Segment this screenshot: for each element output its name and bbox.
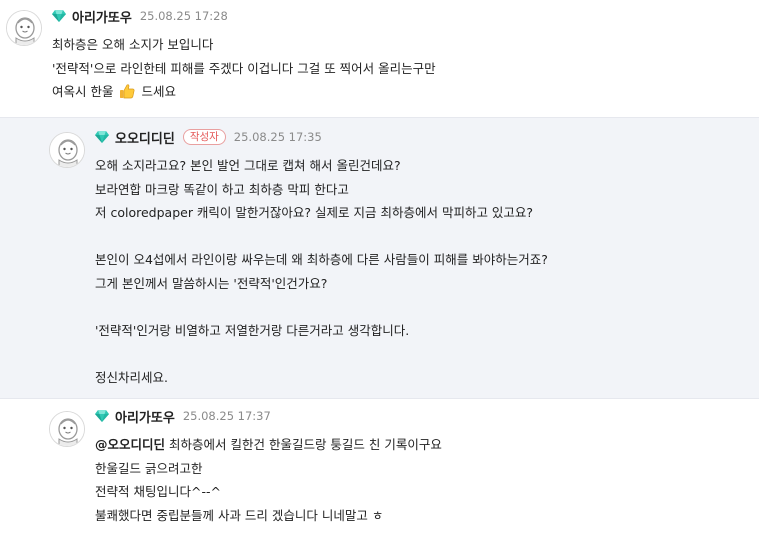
comment-line: 그게 본인께서 말씀하시는 '전략적'인건가요? [95, 275, 328, 291]
comment-line: 전략적 채팅입니다^--^ [95, 484, 221, 499]
comment-line: 한울길드 긁으려고한 [95, 460, 203, 476]
comment-text: 여옥시 한울 [52, 84, 114, 99]
comment-line: 여옥시 한울 드세요 [52, 80, 436, 104]
comment-text: 드세요 [141, 84, 176, 99]
comment-line: '전략적'인거랑 비열하고 저열한거랑 다른거라고 생각합니다. [95, 322, 410, 338]
comment-item: 아리가또우 25.08.25 17:28 최하층은 오해 소지가 보입니다 '전… [0, 0, 759, 117]
comment-line: 보라연합 마크랑 똑같이 하고 최하층 막피 한다고 [95, 181, 349, 197]
avatar-image [50, 412, 85, 447]
comment-line: 최하층은 오해 소지가 보입니다 [52, 37, 214, 52]
comment-text: 최하층에서 킬한건 한울길드랑 퉁길드 친 기록이구요 [169, 437, 442, 452]
comment-date: 25.08.25 17:37 [182, 409, 271, 423]
comment-date: 25.08.25 17:28 [139, 9, 228, 23]
gem-icon [52, 9, 66, 23]
comment-body: 최하층은 오해 소지가 보입니다 '전략적'으로 라인한테 피해를 주겠다 이겁… [52, 33, 436, 104]
comment-item: 오오디디딘 작성자 25.08.25 17:35 오해 소지라고요? 본인 발언… [0, 117, 759, 398]
comment-body: @오오디디딘 최하층에서 킬한건 한울길드랑 퉁길드 친 기록이구요 한울길드 긁… [95, 433, 442, 527]
comment-line: 오해 소지라고요? 본인 발언 그대로 캡쳐 해서 올린건데요? [95, 158, 401, 173]
author-nickname[interactable]: 아리가또우 [115, 407, 175, 426]
avatar-image [7, 11, 42, 46]
thumbs-up-icon [120, 84, 135, 99]
comment-meta: 아리가또우 25.08.25 17:28 [52, 7, 228, 26]
comment-line: 저 coloredpaper 캐릭이 말한거잖아요? 실제로 지금 최하층에서 … [95, 205, 534, 220]
avatar-image [50, 133, 85, 168]
comment-line: 정신차리세요. [95, 369, 168, 385]
author-nickname[interactable]: 아리가또우 [72, 7, 132, 26]
gem-icon [95, 409, 109, 423]
comment-line: 불쾌했다면 중립분들께 사과 드리 겠습니다 니네말고 ㅎ [95, 507, 384, 523]
gem-icon [95, 130, 109, 144]
avatar[interactable] [49, 132, 85, 168]
avatar[interactable] [6, 10, 42, 46]
mention-link[interactable]: @오오디디딘 [95, 437, 165, 452]
comment-line: '전략적'으로 라인한테 피해를 주겠다 이겁니다 그걸 또 찍어서 올리는구만 [52, 60, 436, 76]
author-badge: 작성자 [182, 129, 226, 145]
comment-meta: 아리가또우 25.08.25 17:37 [95, 407, 271, 426]
comment-line: 본인이 오4섭에서 라인이랑 싸우는데 왜 최하층에 다른 사람들이 피해를 봐… [95, 252, 548, 267]
comment-line: @오오디디딘 최하층에서 킬한건 한울길드랑 퉁길드 친 기록이구요 [95, 433, 442, 457]
avatar[interactable] [49, 411, 85, 447]
author-nickname[interactable]: 오오디디딘 [115, 128, 175, 147]
comment-item: 아리가또우 25.08.25 17:37 @오오디디딘 최하층에서 킬한건 한울길… [0, 398, 759, 547]
comment-body: 오해 소지라고요? 본인 발언 그대로 캡쳐 해서 올린건데요? 보라연합 마크… [95, 154, 548, 389]
comment-meta: 오오디디딘 작성자 25.08.25 17:35 [95, 128, 322, 147]
comment-date: 25.08.25 17:35 [233, 130, 322, 144]
